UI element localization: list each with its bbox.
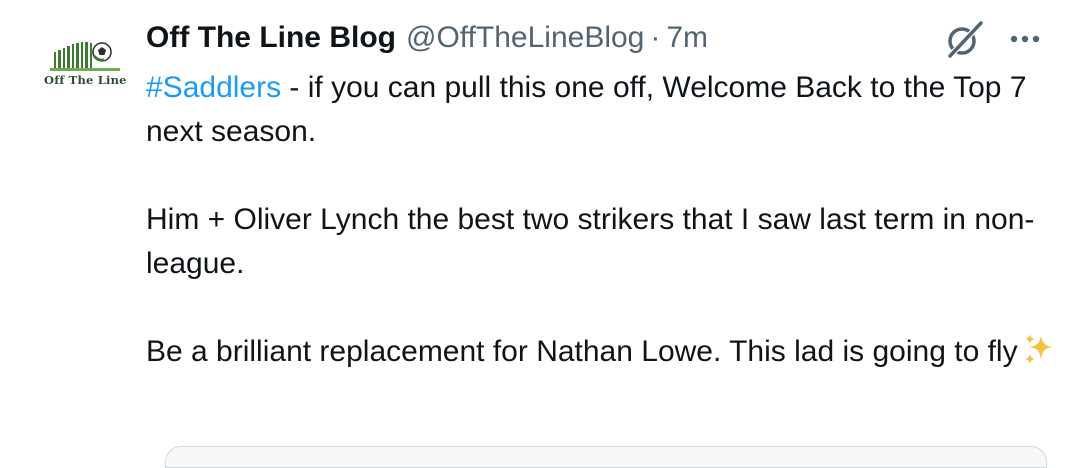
- avatar-text: Off The Line: [44, 73, 127, 87]
- display-name[interactable]: Off The Line Blog: [146, 21, 396, 55]
- sparkles-icon: [1022, 332, 1056, 379]
- tweet-paragraph-2: Him + Oliver Lynch the best two strikers…: [146, 203, 1035, 280]
- tweet-header: Off The Line Blog @OffTheLineBlog · 7m: [146, 18, 708, 58]
- avatar[interactable]: Off The Line: [38, 30, 132, 124]
- grok-icon[interactable]: [942, 20, 986, 60]
- timestamp[interactable]: 7m: [666, 21, 708, 55]
- separator-dot: ·: [650, 21, 661, 54]
- media-card-edge[interactable]: [165, 446, 1047, 468]
- tweet-paragraph-3: Be a brilliant replacement for Nathan Lo…: [146, 330, 1056, 379]
- paragraph-3-text: Be a brilliant replacement for Nathan Lo…: [146, 335, 1018, 368]
- user-handle[interactable]: @OffTheLineBlog: [406, 21, 644, 55]
- more-options-icon[interactable]: [1004, 24, 1046, 54]
- tweet[interactable]: Off The Line Off The Line Blog @OffTheLi…: [0, 0, 1079, 468]
- tweet-body: #Saddlers - if you can pull this one off…: [146, 66, 1056, 379]
- hashtag-link[interactable]: #Saddlers: [146, 71, 281, 104]
- tweet-paragraph-1: #Saddlers - if you can pull this one off…: [146, 66, 1056, 154]
